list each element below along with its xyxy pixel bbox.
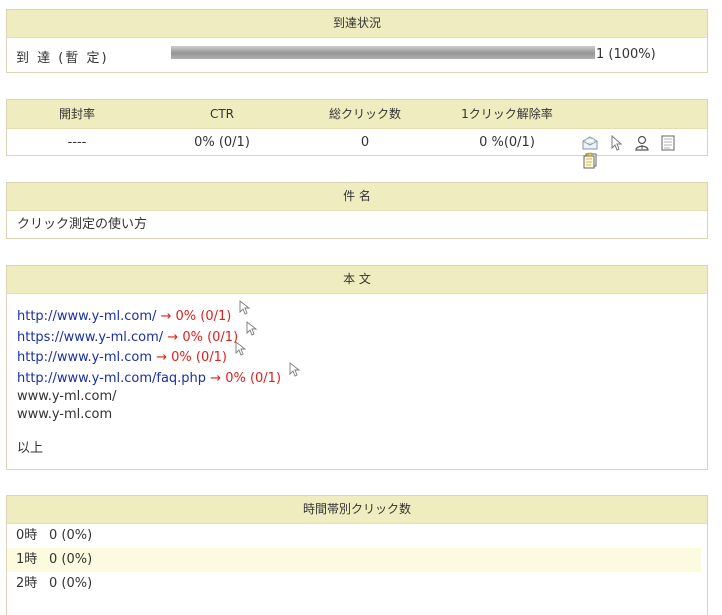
click-rate: → 0% (0/1)	[156, 309, 232, 324]
body-link[interactable]: http://www.y-ml.com/faq.php	[17, 371, 206, 386]
body-panel: 本 文 http://www.y-ml.com/ → 0% (0/1) http…	[6, 265, 708, 470]
ctr-value: 0% (0/1)	[194, 135, 250, 150]
hour-row: 2時 0 (0%)	[7, 572, 707, 596]
body-header: 本 文	[7, 266, 707, 294]
hour-row: 1時 0 (0%)	[7, 548, 701, 572]
total-clicks-header: 総クリック数	[328, 107, 401, 121]
unsubscribe-rate-value: 0 %(0/1)	[479, 135, 535, 150]
body-blank-line	[17, 424, 697, 440]
cursor-icon	[235, 341, 247, 357]
delivery-status-panel: 到達状況 到 達 (暫 定) 1 (100%)	[6, 9, 708, 73]
click-rate: → 0% (0/1)	[163, 329, 239, 345]
mail-icon[interactable]	[581, 134, 599, 152]
hour-value: 0 (0%)	[49, 576, 93, 591]
body-link-line: http://www.y-ml.com/faq.php → 0% (0/1)	[17, 361, 697, 389]
subject-header: 件 名	[7, 183, 707, 211]
body-link[interactable]: http://www.y-ml.com/	[17, 309, 156, 324]
copy-document-icon[interactable]	[581, 152, 599, 170]
body-plain-line: www.y-ml.com/	[17, 389, 117, 404]
user-icon[interactable]	[633, 134, 651, 152]
click-rate: → 0% (0/1)	[152, 350, 227, 365]
hour-value: 0 (0%)	[49, 552, 93, 567]
ctr-header: CTR	[209, 107, 235, 121]
body-link-line: https://www.y-ml.com/ → 0% (0/1)	[17, 320, 697, 348]
hour-label: 1時	[16, 552, 38, 567]
hour-row: 0時 0 (0%)	[7, 524, 707, 548]
body-link-line: http://www.y-ml.com → 0% (0/1)	[17, 341, 697, 368]
stats-value-row: ---- 0% (0/1) 0 0 %(0/1)	[7, 129, 707, 169]
body-content: http://www.y-ml.com/ → 0% (0/1) https://…	[7, 294, 707, 458]
cursor-icon	[289, 361, 301, 378]
stats-header-row: 開封率 CTR 総クリック数 1クリック解除率	[7, 100, 707, 129]
stats-panel: 開封率 CTR 総クリック数 1クリック解除率 ---- 0% (0/1) 0 …	[6, 99, 708, 169]
body-plain-line: 以上	[17, 441, 44, 456]
document-icon[interactable]	[659, 134, 677, 152]
subject-panel: 件 名 クリック測定の使い方	[6, 182, 708, 239]
open-rate-header: 開封率	[58, 107, 95, 121]
body-plain-line: www.y-ml.com	[17, 407, 113, 422]
hour-value: 0 (0%)	[49, 528, 93, 543]
click-rate: → 0% (0/1)	[206, 370, 282, 386]
hour-label: 0時	[16, 528, 38, 543]
cursor-icon	[246, 320, 258, 337]
delivery-progress-bar	[171, 46, 595, 59]
action-icons	[581, 134, 707, 169]
open-rate-value: ----	[67, 135, 87, 150]
hourly-clicks-panel: 時間帯別クリック数 0時 0 (0%) 1時 0 (0%) 2時 0 (0%)	[6, 495, 708, 615]
unsubscribe-rate-header: 1クリック解除率	[461, 107, 553, 121]
total-clicks-value: 0	[360, 135, 370, 150]
cursor-icon	[239, 300, 251, 316]
hourly-clicks-header: 時間帯別クリック数	[7, 496, 707, 524]
delivery-progress-fill	[171, 46, 595, 59]
hour-label: 2時	[16, 576, 38, 591]
delivery-label: 到 達 (暫 定)	[16, 51, 109, 66]
body-link-line: http://www.y-ml.com/ → 0% (0/1)	[17, 300, 697, 327]
delivery-value: 1 (100%)	[596, 47, 656, 62]
delivery-row: 到 達 (暫 定) 1 (100%)	[7, 38, 707, 74]
body-link[interactable]: https://www.y-ml.com/	[17, 330, 163, 345]
subject-text: クリック測定の使い方	[17, 217, 148, 232]
cursor-icon[interactable]	[607, 134, 625, 152]
delivery-status-header: 到達状況	[7, 10, 707, 38]
body-link[interactable]: http://www.y-ml.com	[17, 350, 152, 365]
